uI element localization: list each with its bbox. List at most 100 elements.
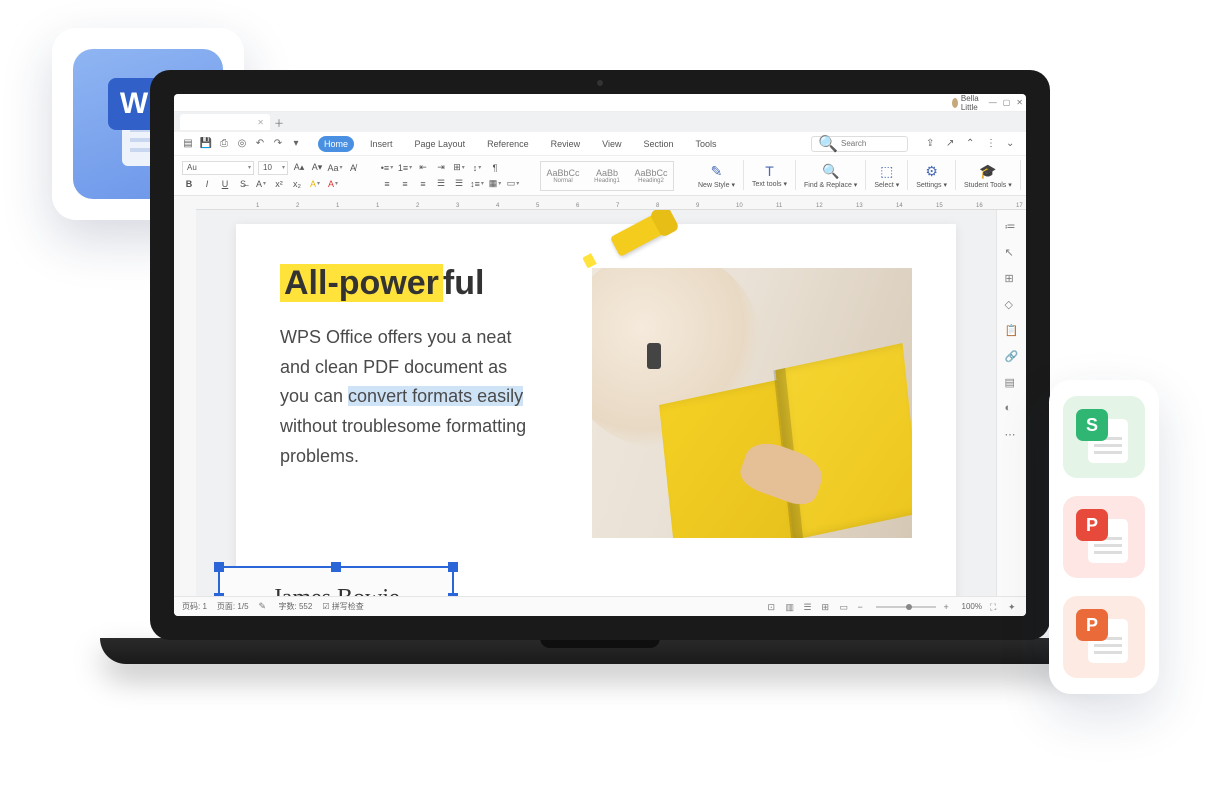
align-left-icon[interactable]: ≡ xyxy=(380,177,394,191)
font-color-icon[interactable]: A xyxy=(326,177,340,191)
ribbon-settings[interactable]: ⚙Settings ▾ xyxy=(912,160,951,192)
properties-icon[interactable]: ≔ xyxy=(1005,220,1019,234)
view-web-icon[interactable]: ⊞ xyxy=(822,602,832,612)
menu-reference[interactable]: Reference xyxy=(481,136,535,152)
help-caret-icon[interactable]: ⌄ xyxy=(1006,138,1018,150)
qat-dropdown-icon[interactable]: ▾ xyxy=(290,138,302,150)
bold-icon[interactable]: B xyxy=(182,177,196,191)
align-right-icon[interactable]: ≡ xyxy=(416,177,430,191)
ribbon-student-tools[interactable]: 🎓Student Tools ▾ xyxy=(960,160,1016,192)
superscript-icon[interactable]: x² xyxy=(272,177,286,191)
word-count[interactable]: 字数: 552 xyxy=(279,601,313,612)
menu-view[interactable]: View xyxy=(596,136,627,152)
window-maximize[interactable]: ▢ xyxy=(1003,98,1011,107)
resize-handle[interactable] xyxy=(448,562,458,572)
sort-icon[interactable]: ↕ xyxy=(470,161,484,175)
menu-insert[interactable]: Insert xyxy=(364,136,399,152)
style-heading2[interactable]: AaBbCcHeading2 xyxy=(629,162,673,190)
justify-icon[interactable]: ☰ xyxy=(434,177,448,191)
menu-icon[interactable]: ▤ xyxy=(182,138,194,150)
document-image[interactable] xyxy=(592,268,912,538)
close-tab-icon[interactable]: ✕ xyxy=(257,118,264,127)
palette-icon[interactable]: ◐ xyxy=(1005,402,1019,416)
redo-icon[interactable]: ↷ xyxy=(272,138,284,150)
add-tab-button[interactable]: ＋ xyxy=(272,115,286,129)
pdf-badge[interactable]: P xyxy=(1063,496,1145,578)
share-icon[interactable]: ⇪ xyxy=(926,138,938,150)
search-box[interactable]: 🔍 xyxy=(811,136,908,152)
clipboard-icon[interactable]: 📋 xyxy=(1005,324,1019,338)
decrease-indent-icon[interactable]: ⇤ xyxy=(416,161,430,175)
ribbon-text-tools[interactable]: TText tools ▾ xyxy=(748,160,791,192)
change-case-icon[interactable]: Aa xyxy=(328,161,342,175)
layers-icon[interactable]: ▤ xyxy=(1005,376,1019,390)
save-icon[interactable]: 💾 xyxy=(200,138,212,150)
collapse-ribbon-icon[interactable]: ⌃ xyxy=(966,138,978,150)
show-marks-icon[interactable]: ¶ xyxy=(488,161,502,175)
ribbon-find-replace[interactable]: 🔍Find & Replace ▾ xyxy=(800,160,861,192)
ruler[interactable]: 1211234567891011121314151617 xyxy=(174,196,1026,210)
font-family-select[interactable]: Au xyxy=(182,161,254,175)
italic-icon[interactable]: I xyxy=(200,177,214,191)
ribbon-new-style[interactable]: ✎New Style ▾ xyxy=(694,160,739,192)
subscript-icon[interactable]: x₂ xyxy=(290,177,304,191)
tab-settings-icon[interactable]: ⊞ xyxy=(452,161,466,175)
text-effects-icon[interactable]: A xyxy=(254,177,268,191)
style-heading1[interactable]: AaBbHeading1 xyxy=(585,162,629,190)
zoom-out-icon[interactable]: − xyxy=(858,602,868,612)
overflow-icon[interactable]: ⋮ xyxy=(986,138,998,150)
increase-indent-icon[interactable]: ⇥ xyxy=(434,161,448,175)
decrease-font-icon[interactable]: A▾ xyxy=(310,161,324,175)
increase-font-icon[interactable]: A▴ xyxy=(292,161,306,175)
link-icon[interactable]: 🔗 xyxy=(1005,350,1019,364)
document-tab[interactable]: ✕ xyxy=(180,114,270,130)
ribbon-select[interactable]: ⬚Select ▾ xyxy=(870,160,903,192)
window-close[interactable]: ✕ xyxy=(1016,98,1023,107)
menu-page-layout[interactable]: Page Layout xyxy=(409,136,472,152)
styles-gallery[interactable]: AaBbCcNormalAaBbHeading1AaBbCcHeading2 xyxy=(540,161,674,191)
menu-tools[interactable]: Tools xyxy=(690,136,723,152)
page-count[interactable]: 页面: 1/5 xyxy=(217,601,249,612)
presentation-badge[interactable]: P xyxy=(1063,596,1145,678)
select-tool-icon[interactable]: ↖ xyxy=(1005,246,1019,260)
fullscreen-icon[interactable]: ⛶ xyxy=(990,602,1000,612)
bullets-icon[interactable]: •≡ xyxy=(380,161,394,175)
page-number[interactable]: 页码: 1 xyxy=(182,601,207,612)
view-read-icon[interactable]: ▭ xyxy=(840,602,850,612)
menu-home[interactable]: Home xyxy=(318,136,354,152)
user-chip[interactable]: Bella Little xyxy=(952,94,983,112)
distributed-icon[interactable]: ☰ xyxy=(452,177,466,191)
vertical-ruler[interactable] xyxy=(174,210,196,596)
fit-icon[interactable]: ⊡ xyxy=(768,602,778,612)
shapes-icon[interactable]: ◇ xyxy=(1005,298,1019,312)
zoom-in-icon[interactable]: + xyxy=(944,602,954,612)
edit-mode-icon[interactable]: ✎ xyxy=(259,601,269,611)
font-size-select[interactable]: 10 xyxy=(258,161,288,175)
search-input[interactable] xyxy=(841,139,901,148)
line-spacing-icon[interactable]: ↕≡ xyxy=(470,177,484,191)
borders-icon[interactable]: ▭ xyxy=(506,177,520,191)
style-normal[interactable]: AaBbCcNormal xyxy=(541,162,585,190)
more-icon[interactable]: ⋯ xyxy=(1005,428,1019,442)
preview-icon[interactable]: ◎ xyxy=(236,138,248,150)
underline-icon[interactable]: U xyxy=(218,177,232,191)
resize-handle[interactable] xyxy=(214,562,224,572)
zoom-level[interactable]: 100% xyxy=(962,602,982,611)
align-center-icon[interactable]: ≡ xyxy=(398,177,412,191)
highlight-color-icon[interactable]: A xyxy=(308,177,322,191)
resize-handle[interactable] xyxy=(331,562,341,572)
signature-text-box[interactable]: James Bowie xyxy=(218,566,454,596)
shading-icon[interactable]: ▦ xyxy=(488,177,502,191)
menu-review[interactable]: Review xyxy=(545,136,587,152)
window-minimize[interactable]: — xyxy=(989,98,997,107)
resize-handle[interactable] xyxy=(214,593,224,596)
menu-section[interactable]: Section xyxy=(637,136,679,152)
resize-handle[interactable] xyxy=(448,593,458,596)
zoom-slider[interactable] xyxy=(876,606,936,608)
clear-format-icon[interactable]: A̸ xyxy=(346,161,360,175)
numbering-icon[interactable]: 1≡ xyxy=(398,161,412,175)
strikethrough-icon[interactable]: S̶ xyxy=(236,177,250,191)
spellcheck-toggle[interactable]: ☑ 拼写检查 xyxy=(322,601,363,612)
view-print-icon[interactable]: ▥ xyxy=(786,602,796,612)
spreadsheet-badge[interactable]: S xyxy=(1063,396,1145,478)
